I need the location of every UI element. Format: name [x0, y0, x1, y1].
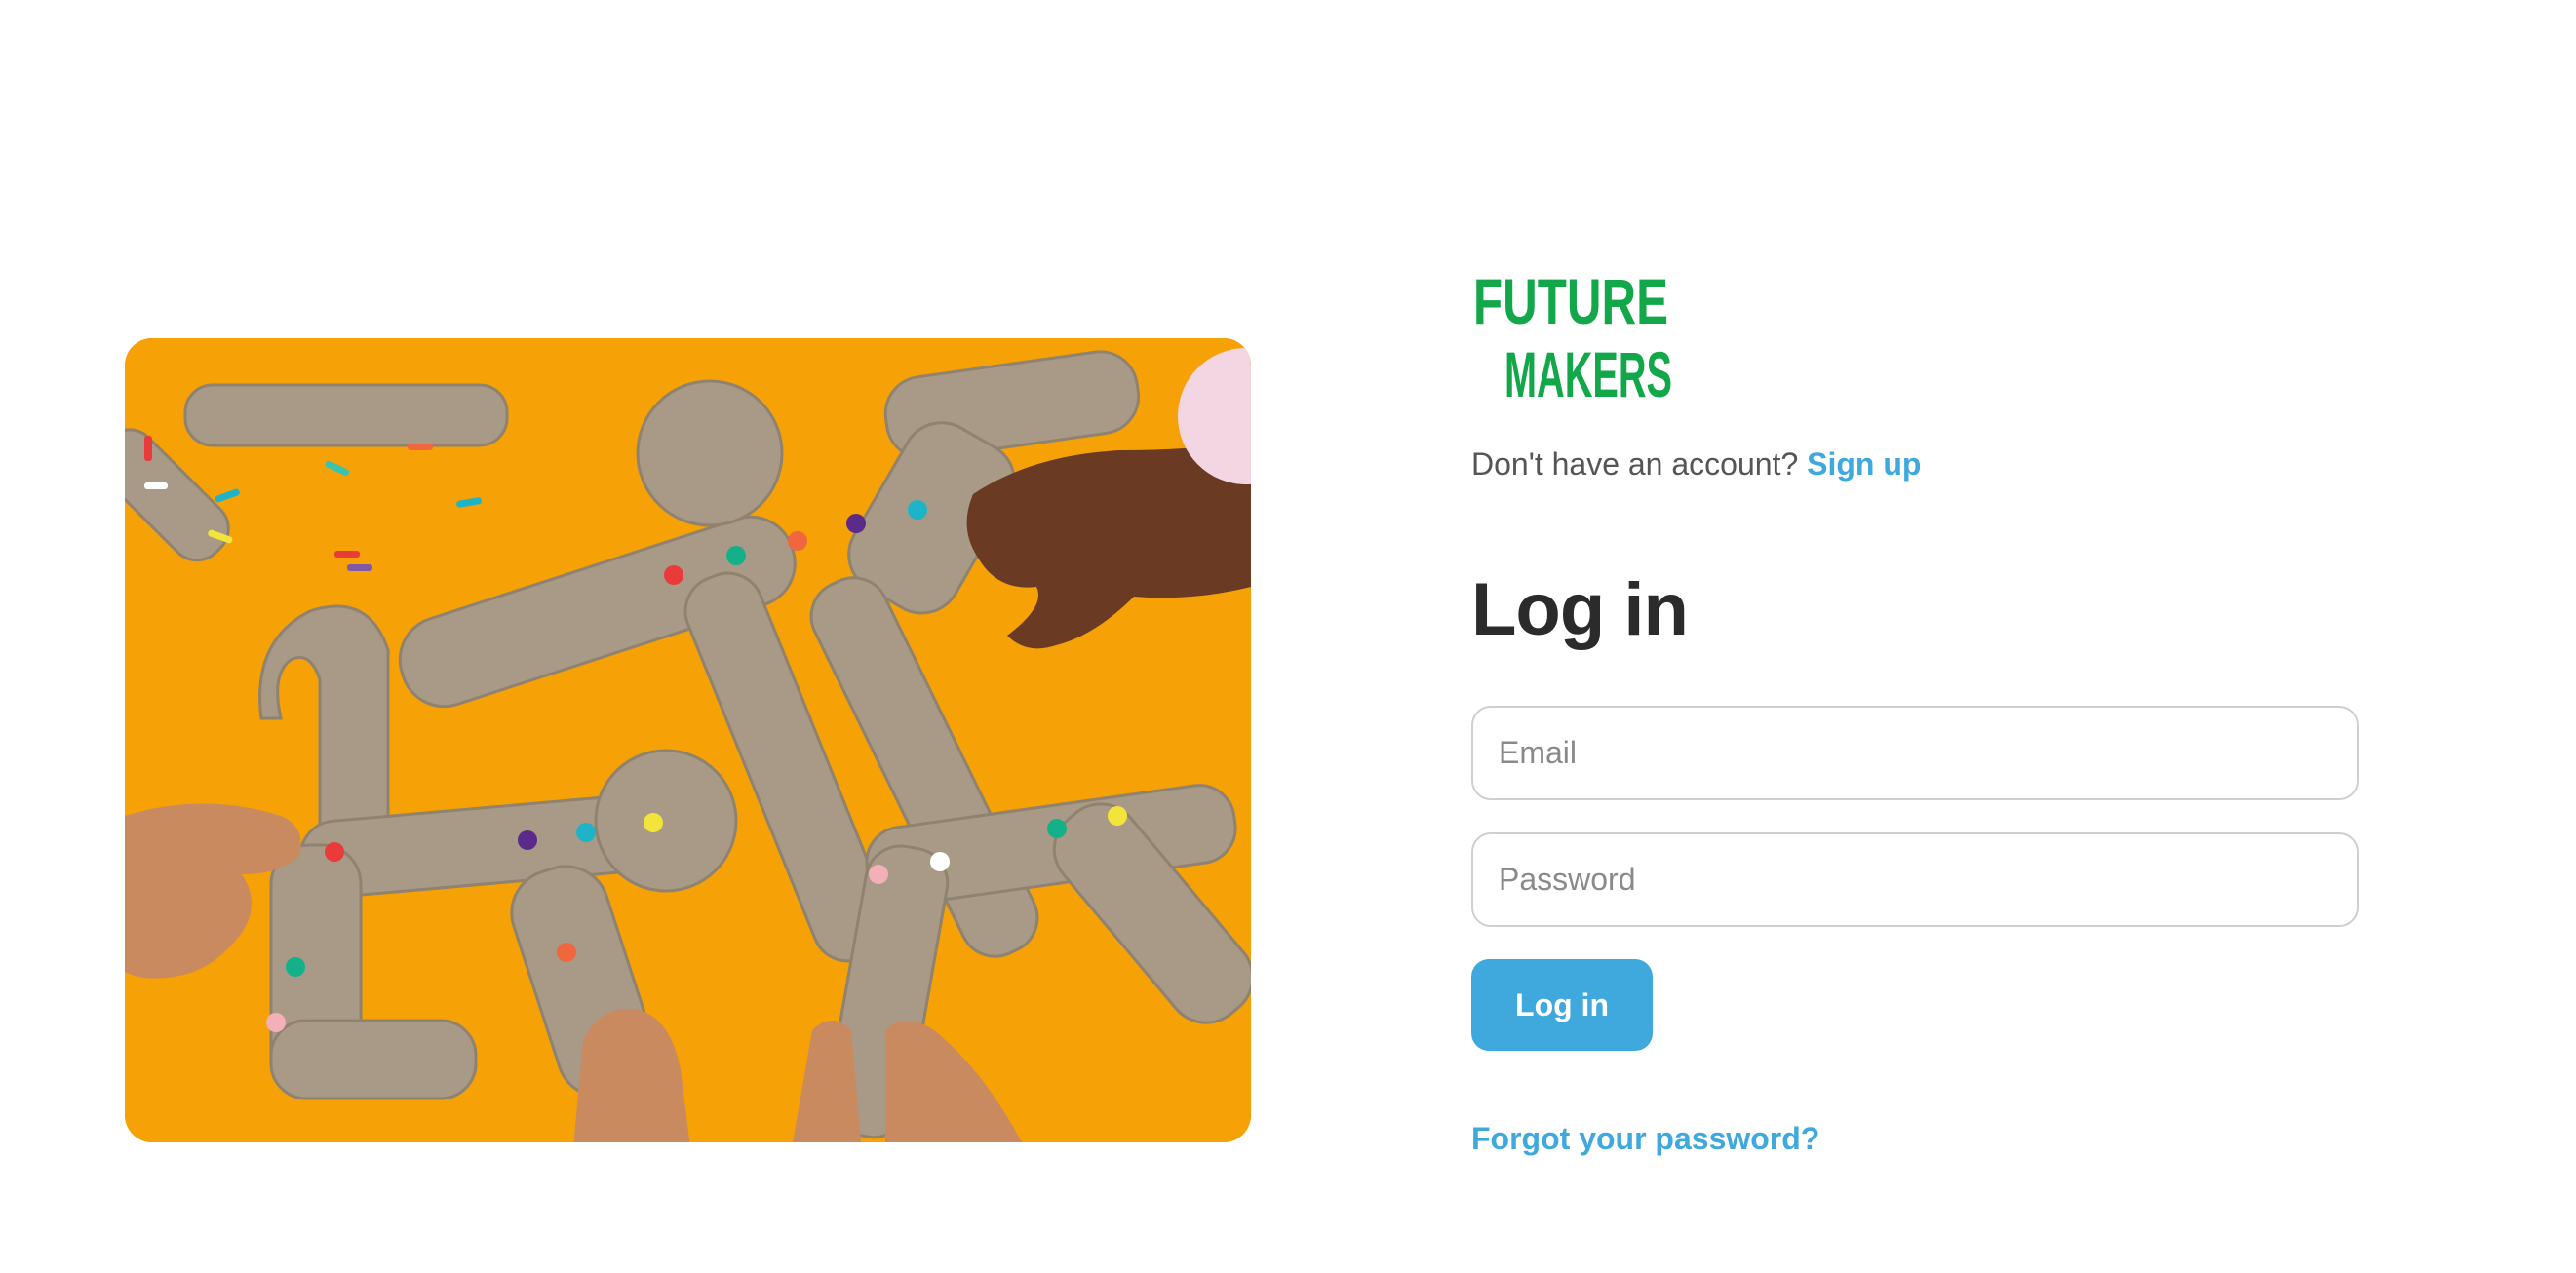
future-makers-logo: FUTURE MAKERS	[1473, 265, 1672, 404]
logo-line-1: FUTURE	[1473, 265, 1668, 337]
password-input[interactable]	[1471, 832, 2359, 927]
logo-line-2: MAKERS	[1504, 338, 1672, 404]
login-button[interactable]: Log in	[1471, 959, 1653, 1051]
forgot-password-link[interactable]: Forgot your password?	[1471, 1121, 1819, 1157]
email-input[interactable]	[1471, 706, 2359, 800]
hero-illustration	[125, 338, 1251, 1142]
hero-image	[125, 338, 1251, 1142]
signup-link[interactable]: Sign up	[1807, 446, 1921, 482]
auth-panel: FUTURE MAKERS Don't have an account? Sig…	[1471, 255, 2361, 1157]
page-title: Log in	[1471, 568, 1689, 651]
signup-prompt: Don't have an account?	[1471, 446, 1799, 482]
signup-row: Don't have an account? Sign up	[1471, 444, 2361, 483]
login-page: FUTURE MAKERS Don't have an account? Sig…	[0, 0, 2576, 1273]
